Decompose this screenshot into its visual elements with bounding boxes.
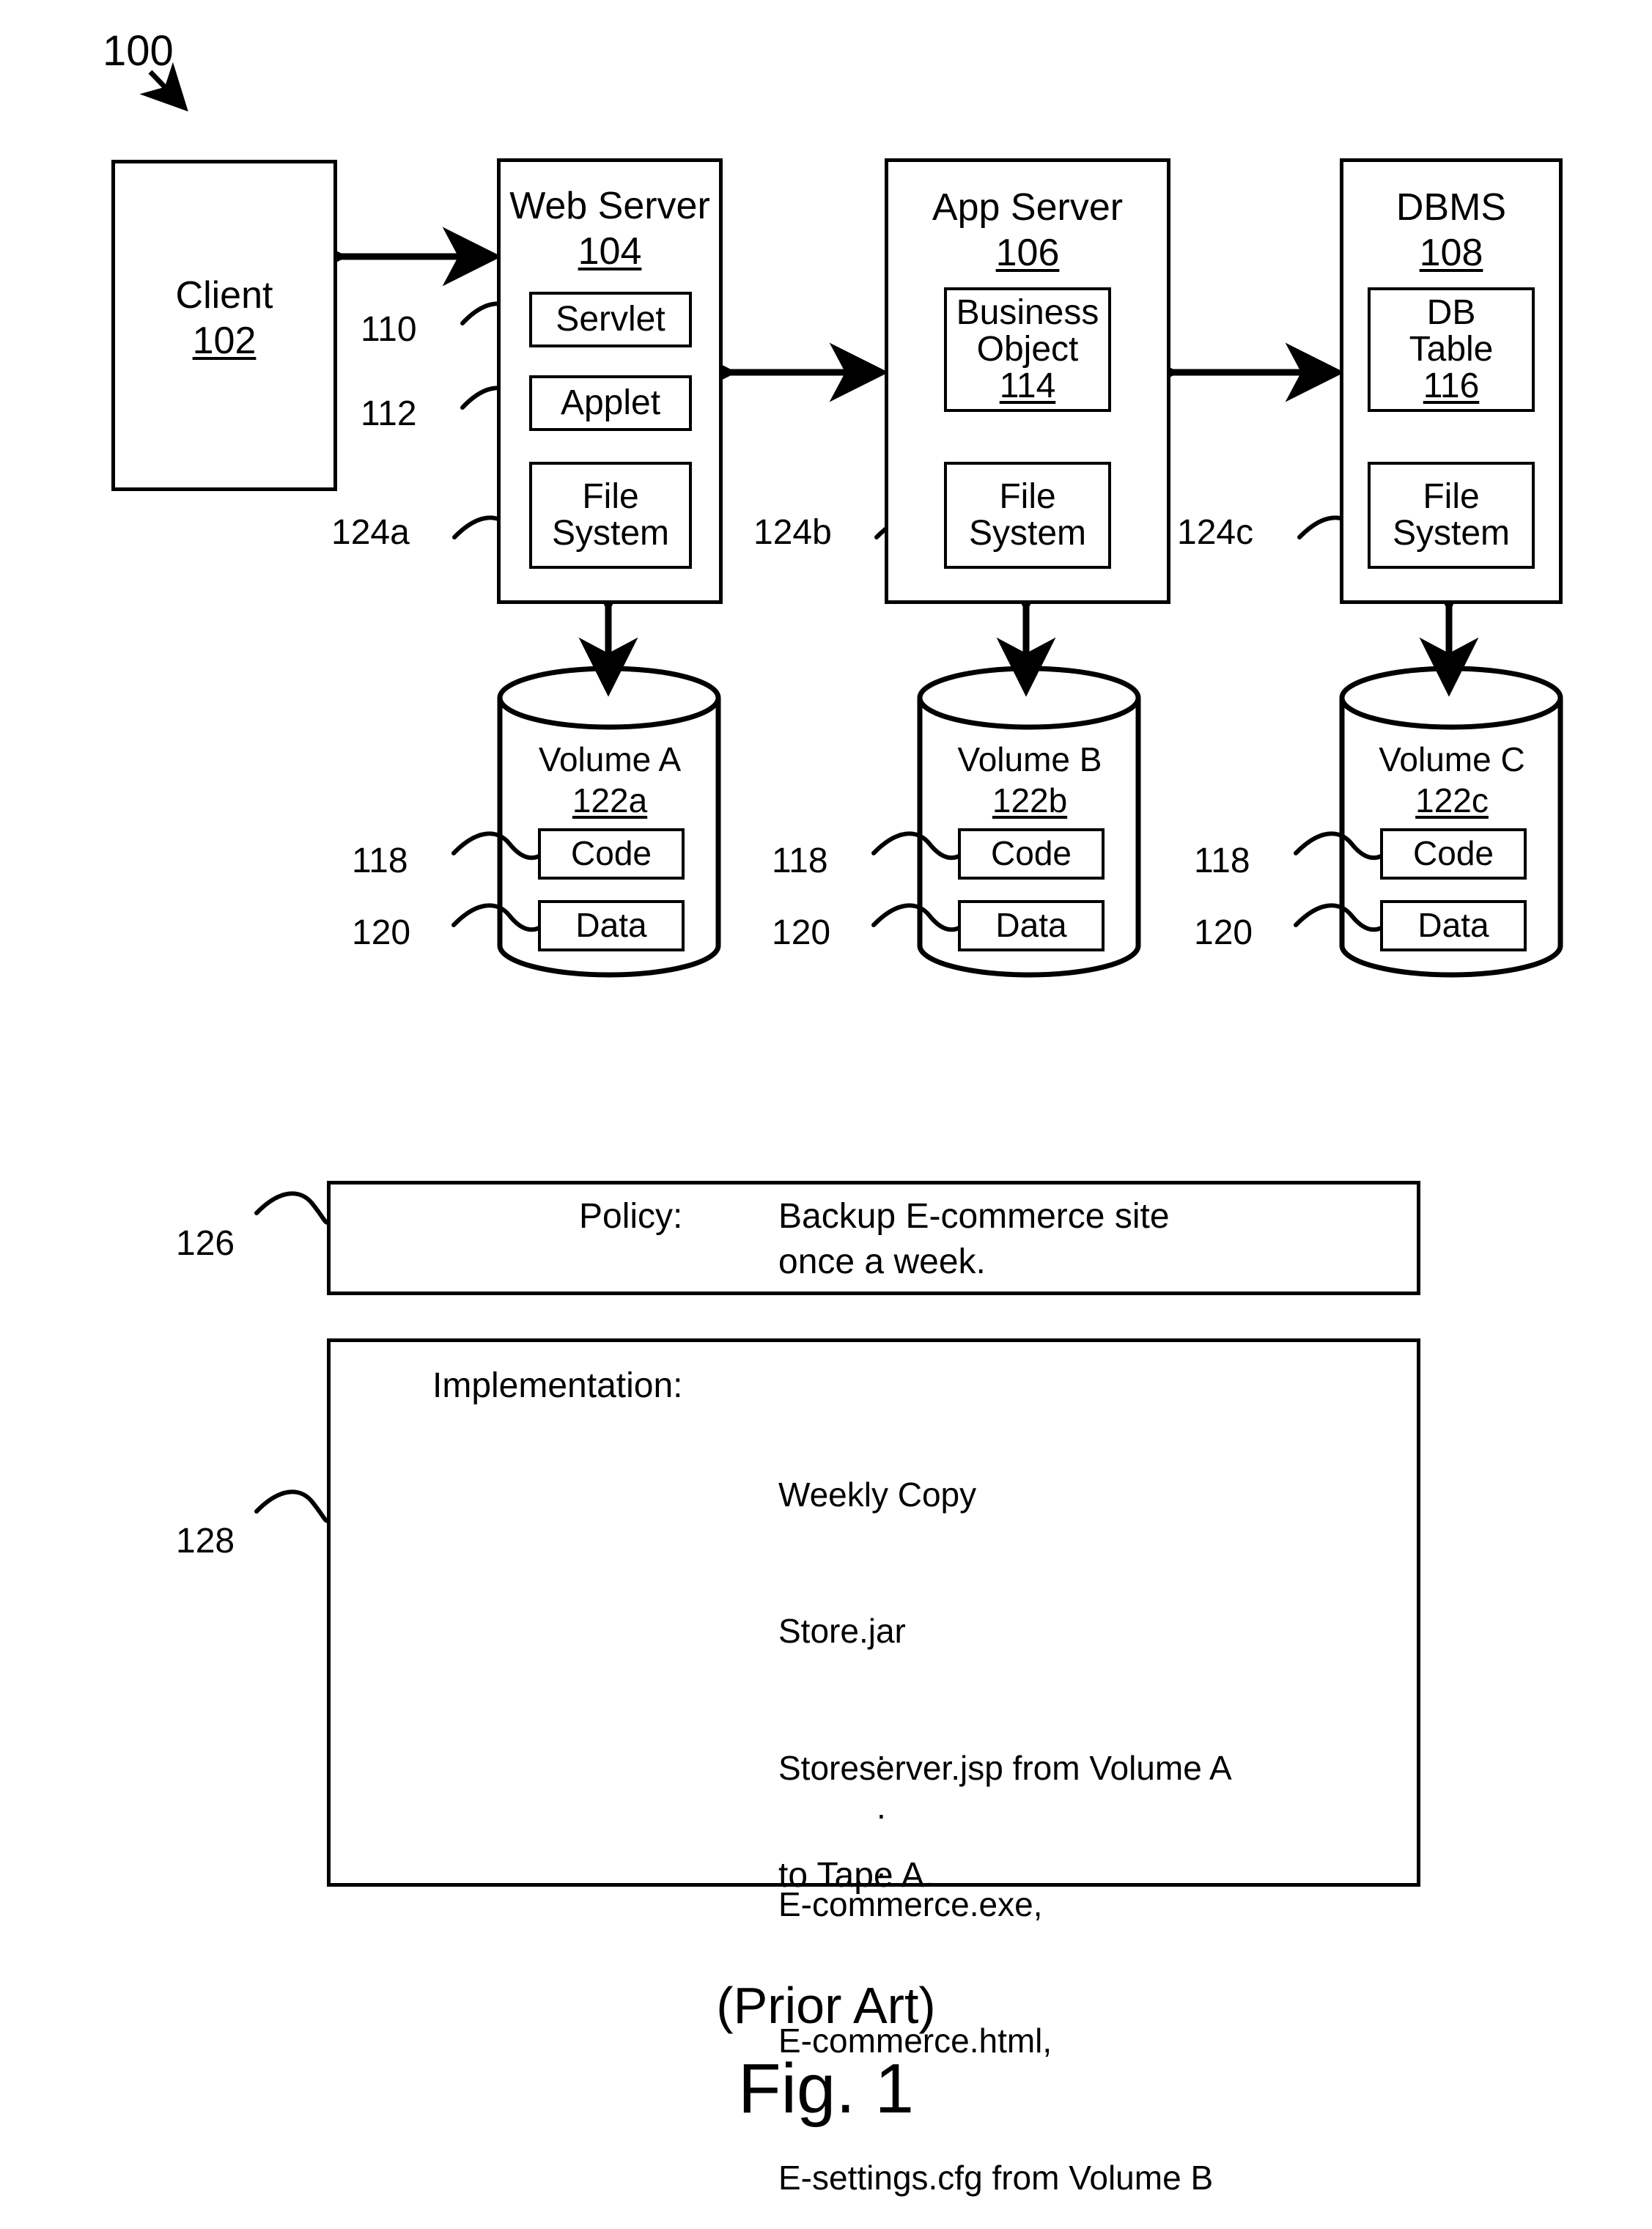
volume-c-data-box: Data <box>1380 900 1527 951</box>
file-system-b-label-line2: System <box>968 514 1087 553</box>
volume-b-code-ref: 118 <box>772 841 828 880</box>
volume-c-title: Volume C <box>1379 740 1525 778</box>
implementation-ellipsis-dot-2: . <box>877 1788 886 1826</box>
file-system-b-ref: 124b <box>753 513 832 552</box>
policy-heading: Policy: <box>579 1197 683 1236</box>
servlet-box: Servlet <box>529 292 692 347</box>
implementation-heading: Implementation: <box>432 1366 683 1405</box>
db-table-label-line1: DB <box>1426 293 1476 333</box>
web-server-title: Web Server <box>509 185 710 227</box>
file-system-a-label-line1: File <box>582 477 639 517</box>
system-reference-number: 100 <box>103 27 174 75</box>
volume-b-data-box: Data <box>958 900 1105 951</box>
file-system-a-label-line2: System <box>551 514 670 553</box>
db-table-box: DB Table 116 <box>1368 287 1535 412</box>
volume-a-code-ref: 118 <box>352 841 408 880</box>
implementation-line: Weekly Copy <box>778 1475 977 1514</box>
app-server-ref: 106 <box>995 232 1060 274</box>
implementation-line: Storeserver.jsp from Volume A <box>778 1748 1232 1787</box>
file-system-c-box: File System <box>1368 462 1535 569</box>
volume-a-data-box: Data <box>538 900 685 951</box>
volume-b-data-ref: 120 <box>772 913 831 952</box>
volume-c-code-box: Code <box>1380 828 1527 880</box>
implementation-line: E-settings.cfg from Volume B <box>778 2158 1214 2197</box>
volume-a-data-ref: 120 <box>352 913 411 952</box>
prior-art-caption: (Prior Art) <box>716 1977 936 2034</box>
volume-c-code-ref: 118 <box>1194 841 1250 880</box>
volume-b-ref: 122b <box>992 781 1068 819</box>
file-system-b-label-line1: File <box>999 477 1056 517</box>
volume-b-data-label: Data <box>995 906 1067 945</box>
volume-a-data-label: Data <box>575 906 647 945</box>
db-table-ref: 116 <box>1423 366 1480 405</box>
volume-a-title: Volume A <box>538 740 682 778</box>
patent-figure-page: 100 Client 102 Web Server 104 Servlet 11… <box>0 0 1652 2229</box>
servlet-label: Servlet <box>556 300 665 339</box>
business-object-label-line1: Business <box>956 293 1099 333</box>
volume-c-ref: 122c <box>1415 781 1489 819</box>
applet-label: Applet <box>560 383 661 423</box>
volume-a-code-label: Code <box>571 834 652 873</box>
applet-box: Applet <box>529 375 692 431</box>
implementation-ellipsis-dot-1: . <box>877 1729 886 1767</box>
applet-ref: 112 <box>361 394 417 433</box>
business-object-label-line2: Object <box>976 330 1079 369</box>
dbms-title: DBMS <box>1395 186 1507 229</box>
web-server-ref: 104 <box>578 230 642 273</box>
volume-b-code-box: Code <box>958 828 1105 880</box>
db-table-label-line2: Table <box>1409 330 1494 369</box>
file-system-b-box: File System <box>944 462 1111 569</box>
figure-caption: Fig. 1 <box>737 2049 915 2128</box>
implementation-final-line: to Tape A. <box>778 1856 934 1895</box>
system-ref-arrow <box>139 62 188 112</box>
volume-c-data-ref: 120 <box>1194 913 1253 952</box>
file-system-a-box: File System <box>529 462 692 569</box>
file-system-c-label-line2: System <box>1392 514 1511 553</box>
leader-126 <box>254 1191 330 1225</box>
implementation-panel-ref: 128 <box>176 1522 235 1561</box>
business-object-ref: 114 <box>999 366 1056 405</box>
policy-panel-ref: 126 <box>176 1224 235 1263</box>
leader-128 <box>254 1489 330 1523</box>
volume-c-code-label: Code <box>1413 834 1494 873</box>
servlet-ref: 110 <box>361 310 417 349</box>
volume-b-code-label: Code <box>991 834 1072 873</box>
implementation-line: Store.jar <box>778 1612 906 1651</box>
file-system-c-label-line1: File <box>1423 477 1480 517</box>
volume-c-data-label: Data <box>1417 906 1489 945</box>
policy-line-1: Backup E-commerce site <box>778 1197 1170 1236</box>
volume-b-title: Volume B <box>957 740 1102 778</box>
business-object-box: Business Object 114 <box>944 287 1111 412</box>
app-server-title: App Server <box>932 186 1124 229</box>
client-ref: 102 <box>192 320 257 362</box>
volume-a-ref: 122a <box>572 781 648 819</box>
file-system-c-ref: 124c <box>1177 513 1254 552</box>
file-system-a-ref: 124a <box>331 513 410 552</box>
client-title: Client <box>175 274 273 317</box>
dbms-ref: 108 <box>1419 232 1483 274</box>
policy-line-2: once a week. <box>778 1242 986 1281</box>
volume-a-code-box: Code <box>538 828 685 880</box>
